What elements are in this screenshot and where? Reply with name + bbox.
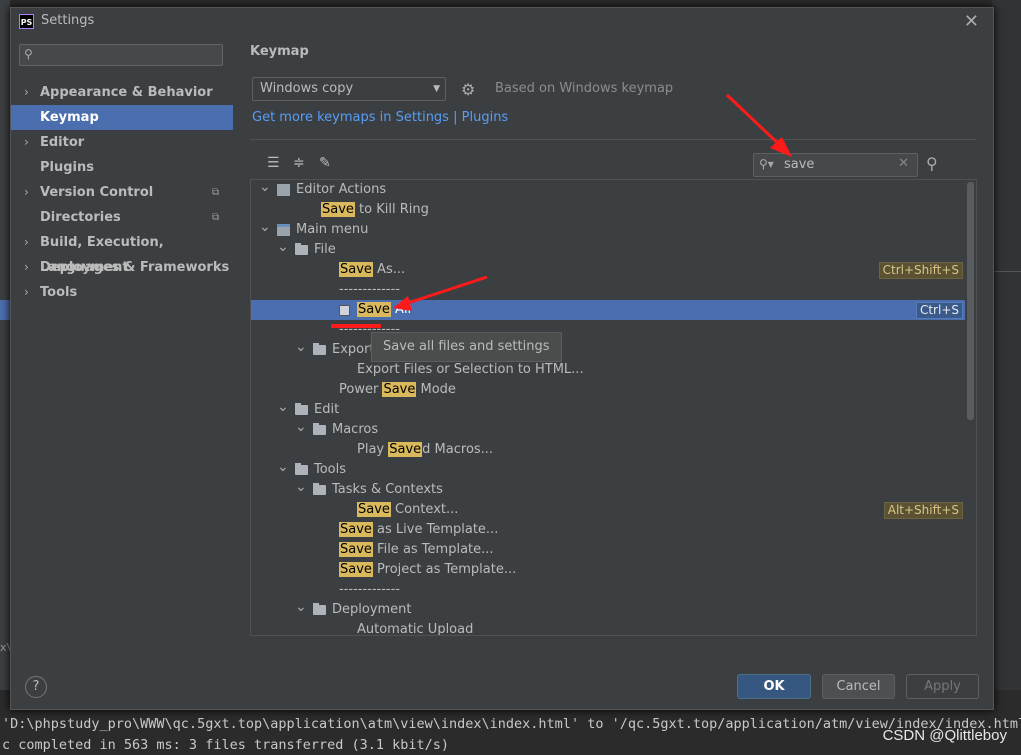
annotation-arrow-search xyxy=(725,93,787,152)
annotation-arrows xyxy=(393,93,792,311)
annotation-arrow-save-all xyxy=(401,275,488,307)
annotation-arrowhead-save-all xyxy=(393,296,412,311)
